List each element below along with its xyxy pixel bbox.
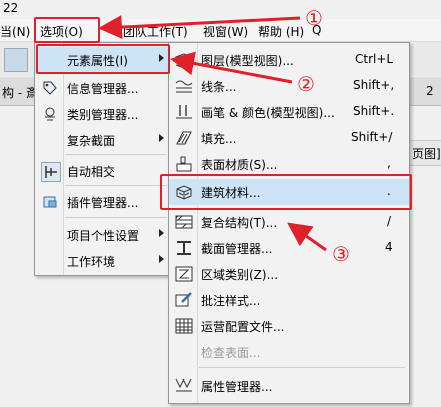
arrow-step1 (98, 15, 301, 40)
arrow-step3 (287, 222, 327, 252)
annotation-step3: ③ (332, 242, 350, 266)
annotation-step2: ② (297, 72, 315, 96)
annotation-step1: ① (305, 6, 323, 30)
annotation-arrows (98, 15, 327, 252)
arrow-step2 (170, 51, 293, 84)
